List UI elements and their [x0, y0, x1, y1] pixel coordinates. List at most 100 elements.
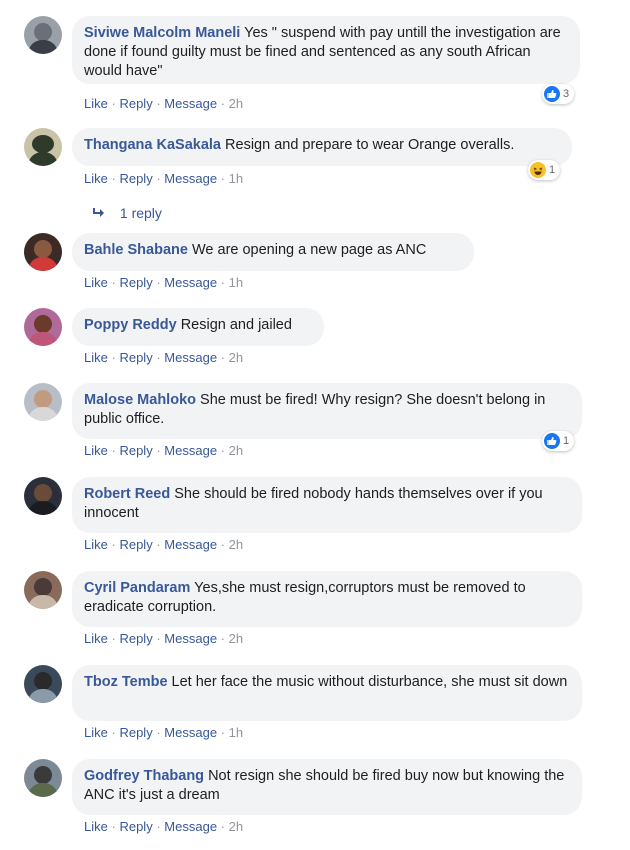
comment-timestamp[interactable]: 1h	[229, 275, 243, 290]
separator: ·	[220, 443, 226, 458]
separator: ·	[220, 725, 226, 740]
comment-bubble: Robert Reed She should be fired nobody h…	[72, 477, 582, 533]
comment-text: Resign and prepare to wear Orange overal…	[225, 137, 515, 153]
comment-bubble: Tboz Tembe Let her face the music withou…	[72, 665, 582, 721]
separator: ·	[220, 275, 226, 290]
message-button[interactable]: Message	[164, 443, 217, 458]
message-button[interactable]: Message	[164, 631, 217, 646]
reply-arrow-icon	[92, 206, 110, 222]
reply-button[interactable]: Reply	[119, 350, 152, 365]
message-button[interactable]: Message	[164, 275, 217, 290]
avatar[interactable]	[24, 665, 62, 703]
like-button[interactable]: Like	[84, 819, 108, 834]
message-button[interactable]: Message	[164, 350, 217, 365]
like-reaction-icon	[544, 433, 560, 449]
message-button[interactable]: Message	[164, 171, 217, 186]
comment-author[interactable]: Thangana KaSakala	[84, 137, 221, 153]
comment-actions: Like · Reply · Message · 2h	[84, 631, 243, 646]
reply-button[interactable]: Reply	[119, 631, 152, 646]
avatar[interactable]	[24, 477, 62, 515]
comment-actions: Like · Reply · Message · 2h	[84, 443, 243, 458]
reply-button[interactable]: Reply	[119, 725, 152, 740]
avatar[interactable]	[24, 16, 62, 54]
comment-author[interactable]: Cyril Pandaram	[84, 580, 190, 596]
comment-bubble: Siviwe Malcolm Maneli Yes " suspend with…	[72, 16, 580, 84]
message-button[interactable]: Message	[164, 537, 217, 552]
comment-actions: Like · Reply · Message · 2h	[84, 537, 243, 552]
comment-timestamp[interactable]: 2h	[229, 537, 243, 552]
message-button[interactable]: Message	[164, 819, 217, 834]
comment-author[interactable]: Siviwe Malcolm Maneli	[84, 25, 240, 41]
like-button[interactable]: Like	[84, 537, 108, 552]
separator: ·	[111, 171, 116, 186]
separator: ·	[111, 96, 116, 111]
avatar[interactable]	[24, 128, 62, 166]
comment-actions: Like · Reply · Message · 2h	[84, 96, 243, 111]
view-replies-link[interactable]: 1 reply	[92, 205, 162, 222]
separator: ·	[220, 171, 226, 186]
avatar[interactable]	[24, 383, 62, 421]
reaction-badge[interactable]: 3	[542, 84, 575, 104]
separator: ·	[156, 631, 161, 646]
separator: ·	[111, 631, 116, 646]
comment-text: Resign and jailed	[180, 317, 292, 333]
reaction-count: 3	[563, 88, 570, 100]
comment-timestamp[interactable]: 1h	[229, 725, 243, 740]
comment-author[interactable]: Bahle Shabane	[84, 242, 188, 258]
comment-actions: Like · Reply · Message · 1h	[84, 171, 243, 186]
comment-timestamp[interactable]: 2h	[229, 96, 243, 111]
like-button[interactable]: Like	[84, 725, 108, 740]
comment-timestamp[interactable]: 2h	[229, 443, 243, 458]
view-replies-label: 1 reply	[119, 205, 162, 221]
separator: ·	[111, 819, 116, 834]
comment-author[interactable]: Malose Mahloko	[84, 392, 196, 408]
reaction-badge[interactable]: 1	[542, 431, 575, 451]
like-button[interactable]: Like	[84, 350, 108, 365]
separator: ·	[220, 537, 226, 552]
message-button[interactable]: Message	[164, 96, 217, 111]
comment-timestamp[interactable]: 2h	[229, 350, 243, 365]
reply-button[interactable]: Reply	[119, 443, 152, 458]
reply-button[interactable]: Reply	[119, 275, 152, 290]
comment-timestamp[interactable]: 2h	[229, 631, 243, 646]
reaction-badge[interactable]: 1	[528, 160, 561, 180]
like-button[interactable]: Like	[84, 171, 108, 186]
avatar[interactable]	[24, 571, 62, 609]
avatar[interactable]	[24, 233, 62, 271]
separator: ·	[156, 537, 161, 552]
comment-author[interactable]: Tboz Tembe	[84, 674, 168, 690]
like-reaction-icon	[544, 86, 560, 102]
separator: ·	[156, 443, 161, 458]
comment-timestamp[interactable]: 2h	[229, 819, 243, 834]
like-button[interactable]: Like	[84, 275, 108, 290]
reply-button[interactable]: Reply	[119, 819, 152, 834]
separator: ·	[156, 725, 161, 740]
comment-author[interactable]: Godfrey Thabang	[84, 768, 204, 784]
comment-bubble: Poppy Reddy Resign and jailed	[72, 308, 324, 346]
reaction-count: 1	[549, 164, 556, 176]
separator: ·	[156, 171, 161, 186]
avatar[interactable]	[24, 759, 62, 797]
separator: ·	[156, 96, 161, 111]
separator: ·	[156, 819, 161, 834]
separator: ·	[156, 275, 161, 290]
comment-bubble: Cyril Pandaram Yes,she must resign,corru…	[72, 571, 582, 627]
separator: ·	[220, 350, 226, 365]
comment-author[interactable]: Robert Reed	[84, 486, 170, 502]
comment-actions: Like · Reply · Message · 2h	[84, 350, 243, 365]
message-button[interactable]: Message	[164, 725, 217, 740]
like-button[interactable]: Like	[84, 631, 108, 646]
comment-timestamp[interactable]: 1h	[229, 171, 243, 186]
like-button[interactable]: Like	[84, 443, 108, 458]
reply-button[interactable]: Reply	[119, 96, 152, 111]
separator: ·	[111, 725, 116, 740]
comment-text: Let her face the music without disturban…	[171, 674, 568, 690]
haha-reaction-icon	[530, 162, 546, 178]
reply-button[interactable]: Reply	[119, 171, 152, 186]
comment-author[interactable]: Poppy Reddy	[84, 317, 177, 333]
comment-actions: Like · Reply · Message · 2h	[84, 819, 243, 834]
avatar[interactable]	[24, 308, 62, 346]
comment-text: We are opening a new page as ANC	[191, 242, 427, 258]
like-button[interactable]: Like	[84, 96, 108, 111]
reply-button[interactable]: Reply	[119, 537, 152, 552]
